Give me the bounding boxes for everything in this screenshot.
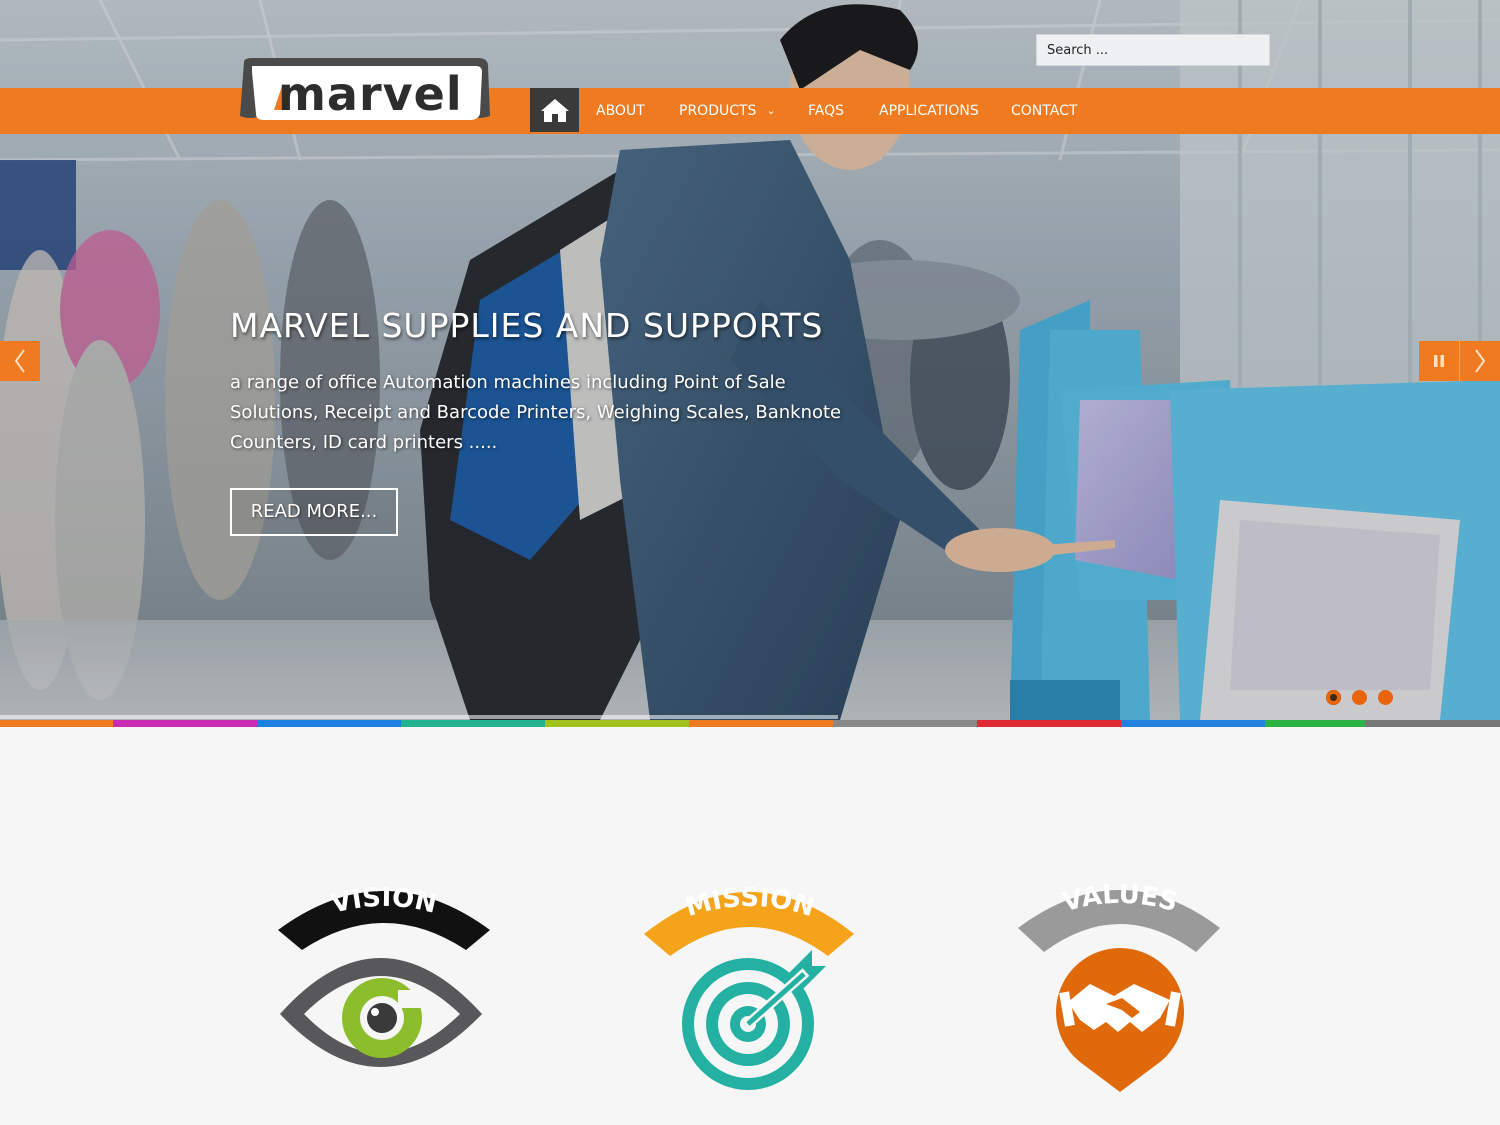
- chevron-right-icon: [1475, 349, 1486, 373]
- vision-emblem[interactable]: VISION: [270, 872, 498, 1072]
- nav-products-label: PRODUCTS: [679, 103, 757, 119]
- strip-segment: [833, 720, 977, 727]
- strip-segment: [113, 720, 257, 727]
- handshake-icon: [1056, 948, 1184, 1092]
- nav-applications[interactable]: APPLICATIONS: [879, 88, 979, 134]
- strip-segment: [0, 720, 113, 727]
- values-emblem[interactable]: VALUES: [1010, 872, 1230, 1098]
- nav-contact[interactable]: CONTACT: [1011, 88, 1077, 134]
- slide-dot-1[interactable]: [1326, 690, 1341, 705]
- target-icon: [682, 950, 826, 1090]
- nav-about[interactable]: ABOUT: [596, 88, 645, 134]
- slide-description: a range of office Automation machines in…: [230, 372, 842, 453]
- home-button[interactable]: [530, 88, 579, 132]
- hero-slider: marvel ABOUT PRODUCTS ⌄ FAQS APPLICATIONS…: [0, 0, 1500, 720]
- strip-segment: [401, 720, 545, 727]
- chevron-down-icon: ⌄: [766, 104, 776, 117]
- search-input[interactable]: [1036, 34, 1270, 66]
- logo-text: marvel: [278, 67, 463, 121]
- slide-pagination: [1326, 690, 1393, 705]
- strip-segment: [1365, 720, 1500, 727]
- strip-segment: [257, 720, 401, 727]
- nav-applications-label: APPLICATIONS: [879, 103, 979, 119]
- strip-segment: [1265, 720, 1365, 727]
- slide-title: MARVEL SUPPLIES AND SUPPORTS: [230, 306, 824, 345]
- strip-segment: [977, 720, 1121, 727]
- nav-about-label: ABOUT: [596, 103, 645, 119]
- chevron-left-icon: [14, 349, 25, 373]
- pause-icon: [1434, 355, 1444, 367]
- strip-segment: [1121, 720, 1265, 727]
- pause-slider-button[interactable]: [1419, 341, 1459, 381]
- slide-dot-3[interactable]: [1378, 690, 1393, 705]
- marvel-logo[interactable]: marvel: [238, 58, 492, 124]
- eye-icon: [280, 958, 482, 1067]
- read-more-button[interactable]: READ MORE...: [230, 488, 398, 536]
- nav-products[interactable]: PRODUCTS ⌄: [679, 88, 776, 134]
- strip-segment: [545, 720, 689, 727]
- color-strip: [0, 720, 1500, 727]
- nav-contact-label: CONTACT: [1011, 103, 1078, 119]
- slide-progress-bar: [0, 715, 838, 719]
- nav-faqs[interactable]: FAQS: [808, 88, 844, 134]
- mission-emblem[interactable]: MISSION: [636, 872, 864, 1096]
- nav-faqs-label: FAQS: [808, 103, 845, 119]
- home-icon: [540, 99, 569, 122]
- strip-segment: [689, 720, 833, 727]
- slide-dot-2[interactable]: [1352, 690, 1367, 705]
- prev-slide-button[interactable]: [0, 341, 40, 381]
- next-slide-button[interactable]: [1460, 341, 1500, 381]
